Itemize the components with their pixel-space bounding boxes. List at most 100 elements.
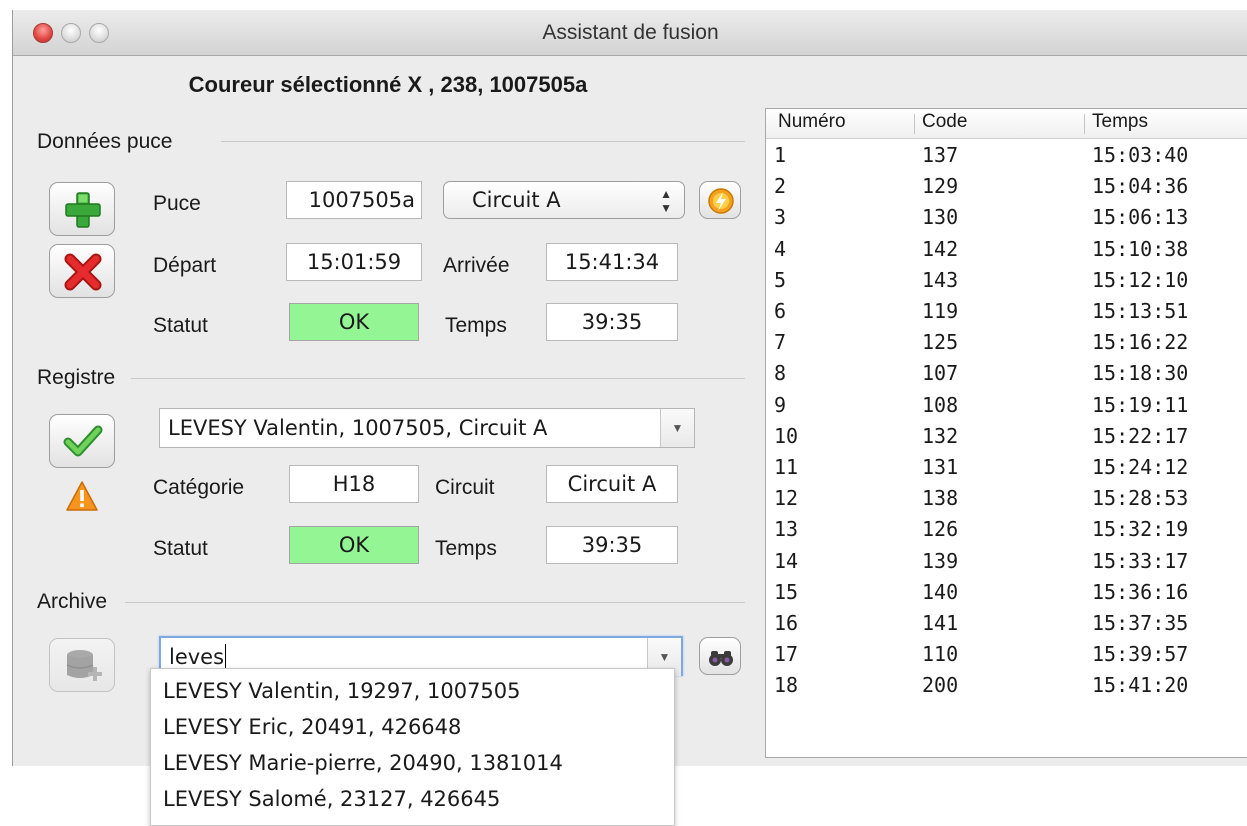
table-row[interactable]: 1 137 15:03:40: [766, 143, 1247, 173]
registry-temps-field[interactable]: 39:35: [546, 526, 678, 564]
table-row[interactable]: 11 131 15:24:12: [766, 455, 1247, 485]
suggestion-item[interactable]: LEVESY Salomé, 23127, 426645: [163, 787, 500, 811]
cell-temps: 15:10:38: [1092, 236, 1189, 261]
cell-code: 137: [922, 143, 959, 167]
chip-puce-label: Puce: [153, 192, 201, 215]
cell-temps: 15:13:51: [1092, 299, 1189, 323]
checkmark-icon: [63, 425, 103, 457]
add-button[interactable]: [49, 182, 115, 236]
cell-temps: 15:16:22: [1092, 330, 1189, 355]
cell-numero: 14: [774, 548, 799, 573]
cell-code: 129: [922, 174, 959, 199]
delete-icon: [64, 253, 102, 291]
cell-numero: 16: [774, 611, 799, 635]
table-row[interactable]: 6 119 15:13:51: [766, 299, 1247, 329]
cell-temps: 15:32:19: [1092, 517, 1189, 542]
chip-arrivee-field[interactable]: 15:41:34: [546, 243, 678, 281]
registry-temps-label: Temps: [435, 537, 497, 560]
cell-temps: 15:41:20: [1092, 673, 1189, 698]
cell-numero: 8: [774, 361, 787, 386]
table-row[interactable]: 2 129 15:04:36: [766, 174, 1247, 204]
cell-numero: 10: [774, 423, 799, 448]
suggestion-item[interactable]: LEVESY Marie-pierre, 20490, 1381014: [163, 751, 563, 775]
chip-depart-label: Départ: [153, 254, 217, 277]
selected-runner-title: Coureur sélectionné X , 238, 1007505a: [188, 72, 588, 97]
cell-temps: 15:06:13: [1092, 205, 1189, 230]
registry-runner-combo[interactable]: LEVESY Valentin, 1007505, Circuit A ▼: [159, 408, 695, 448]
cell-temps: 15:12:10: [1092, 267, 1189, 292]
cell-code: 140: [922, 579, 959, 604]
cell-numero: 15: [774, 579, 799, 604]
column-header-temps[interactable]: Temps: [1092, 111, 1148, 133]
suggestion-item[interactable]: LEVESY Valentin, 19297, 1007505: [163, 679, 521, 703]
registry-runner-value: LEVESY Valentin, 1007505, Circuit A: [168, 416, 548, 440]
cell-code: 142: [922, 236, 959, 261]
registry-status-badge: OK: [289, 526, 419, 564]
cell-numero: 6: [774, 299, 787, 323]
cell-numero: 5: [774, 267, 787, 292]
cell-code: 139: [922, 548, 959, 573]
column-header-numero[interactable]: Numéro: [778, 111, 846, 133]
validate-button[interactable]: [49, 414, 115, 468]
cell-numero: 1: [774, 143, 787, 167]
column-header-code[interactable]: Code: [922, 111, 967, 133]
cell-numero: 2: [774, 174, 787, 199]
chip-puce-field[interactable]: 1007505a: [286, 181, 422, 219]
plus-icon: [65, 192, 101, 228]
suggestion-item[interactable]: LEVESY Eric, 20491, 426648: [163, 715, 461, 739]
column-separator: [1084, 114, 1085, 134]
table-row[interactable]: 13 126 15:32:19: [766, 517, 1247, 547]
cell-code: 107: [922, 361, 959, 386]
table-row[interactable]: 4 142 15:10:38: [766, 237, 1247, 267]
archive-divider: [125, 602, 745, 603]
table-row[interactable]: 15 140 15:36:16: [766, 580, 1247, 610]
registry-statut-label: Statut: [153, 537, 208, 560]
registry-categorie-label: Catégorie: [153, 476, 245, 499]
registry-circuit-field[interactable]: Circuit A: [546, 465, 678, 503]
cell-numero: 7: [774, 330, 787, 355]
cell-temps: 15:39:57: [1092, 642, 1189, 667]
table-row[interactable]: 8 107 15:18:30: [766, 361, 1247, 391]
table-row[interactable]: 5 143 15:12:10: [766, 268, 1247, 298]
delete-button[interactable]: [49, 244, 115, 298]
cell-numero: 11: [774, 455, 799, 479]
chip-statut-label: Statut: [153, 314, 208, 337]
cell-code: 138: [922, 486, 959, 511]
cell-code: 143: [922, 267, 959, 292]
cell-temps: 15:37:35: [1092, 611, 1189, 635]
cell-code: 110: [922, 642, 959, 667]
chip-data-divider: [221, 141, 745, 142]
punch-table[interactable]: Numéro Code Temps 1 137 15:03:40 2 129 15:04:…: [765, 108, 1247, 758]
punch-table-header: Numéro Code Temps: [766, 109, 1247, 139]
chip-temps-field[interactable]: 39:35: [546, 303, 678, 341]
search-button[interactable]: [699, 637, 741, 675]
table-row[interactable]: 12 138 15:28:53: [766, 486, 1247, 516]
table-row[interactable]: 18 200 15:41:20: [766, 673, 1247, 703]
table-row[interactable]: 14 139 15:33:17: [766, 549, 1247, 579]
text-caret: [225, 644, 227, 668]
circuit-select[interactable]: Circuit A ▲ ▼: [443, 181, 685, 219]
combo-dropdown-icon[interactable]: ▼: [660, 409, 694, 447]
chip-depart-field[interactable]: 15:01:59: [286, 243, 422, 281]
registry-divider: [131, 378, 745, 379]
chip-temps-label: Temps: [445, 314, 507, 337]
column-separator: [914, 114, 915, 134]
table-row[interactable]: 9 108 15:19:11: [766, 393, 1247, 423]
lightning-button[interactable]: [699, 181, 741, 219]
table-row[interactable]: 16 141 15:37:35: [766, 611, 1247, 641]
window-title: Assistant de fusion: [542, 21, 719, 44]
table-row[interactable]: 7 125 15:16:22: [766, 330, 1247, 360]
cell-temps: 15:36:16: [1092, 579, 1189, 604]
chip-data-section-label: Données puce: [37, 130, 173, 153]
cell-code: 131: [922, 455, 959, 479]
archive-add-button[interactable]: [49, 638, 115, 692]
cell-code: 125: [922, 330, 959, 355]
table-row[interactable]: 17 110 15:39:57: [766, 642, 1247, 672]
cell-numero: 9: [774, 392, 787, 417]
table-row[interactable]: 3 130 15:06:13: [766, 205, 1247, 235]
registry-section-label: Registre: [37, 366, 116, 389]
table-row[interactable]: 10 132 15:22:17: [766, 424, 1247, 454]
cell-code: 141: [922, 611, 959, 635]
registry-categorie-field[interactable]: H18: [289, 465, 419, 503]
archive-section-label: Archive: [37, 590, 108, 613]
